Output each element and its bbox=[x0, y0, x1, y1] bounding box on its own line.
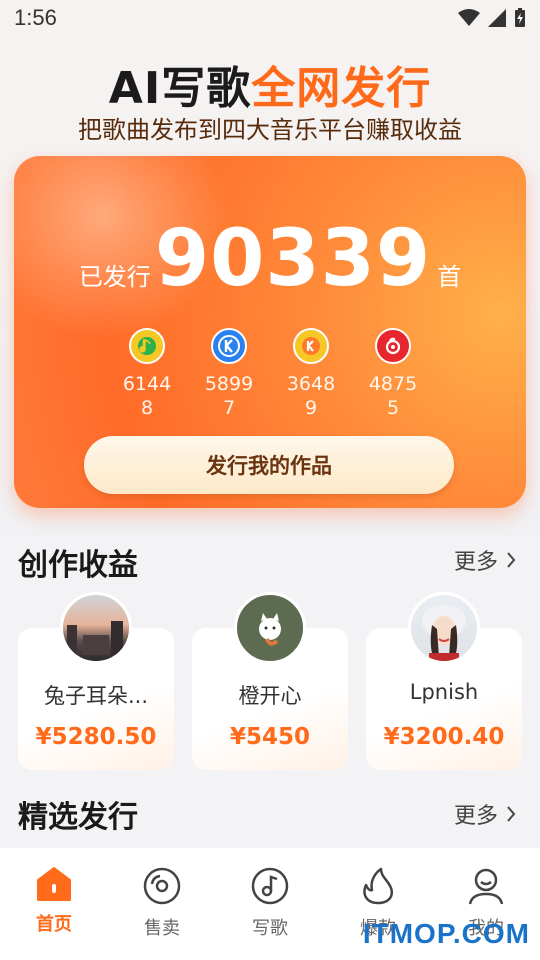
avatar[interactable] bbox=[60, 592, 132, 664]
creator-earnings: ¥5450 bbox=[229, 724, 311, 750]
platform-qq-music[interactable]: 61448 bbox=[118, 328, 176, 420]
released-prefix: 已发行 bbox=[78, 263, 151, 291]
platform-count: 36489 bbox=[286, 373, 336, 419]
released-count: 已发行 90339 首 bbox=[14, 220, 526, 298]
earnings-more-link[interactable]: 更多 bbox=[454, 544, 516, 576]
platform-count: 61448 bbox=[122, 373, 172, 419]
disc-icon bbox=[143, 867, 181, 905]
home-icon bbox=[37, 867, 71, 901]
nav-label: 售卖 bbox=[144, 918, 180, 939]
creator-earnings: ¥5280.50 bbox=[35, 724, 157, 750]
qq-music-icon bbox=[129, 328, 165, 364]
status-time: 1:56 bbox=[14, 5, 57, 30]
signal-icon bbox=[488, 9, 506, 27]
title-orange: 全网发行 bbox=[251, 63, 432, 114]
nav-item-sell[interactable]: 售卖 bbox=[108, 848, 216, 960]
nav-item-home[interactable]: 首页 bbox=[0, 848, 108, 960]
chevron-right-icon bbox=[507, 806, 516, 822]
nav-label: 写歌 bbox=[252, 918, 288, 939]
featured-more-link[interactable]: 更多 bbox=[454, 798, 516, 830]
creator-earnings: ¥3200.40 bbox=[383, 724, 505, 750]
publish-my-works-button[interactable]: 发行我的作品 bbox=[84, 436, 454, 494]
platform-list: 61448 58997 36489 48755 bbox=[14, 328, 526, 420]
platform-kugou[interactable]: 58997 bbox=[200, 328, 258, 420]
chevron-right-icon bbox=[507, 552, 516, 568]
status-icons bbox=[458, 8, 526, 28]
avatar[interactable] bbox=[234, 592, 306, 664]
music-note-icon bbox=[251, 867, 289, 905]
page-title: AI写歌全网发行 bbox=[0, 52, 540, 116]
platform-count: 58997 bbox=[204, 373, 254, 419]
watermark: ITMOP.COM bbox=[362, 918, 530, 949]
battery-icon bbox=[515, 8, 525, 27]
release-card: 已发行 90339 首 61448 58997 36489 48755 发行我的… bbox=[14, 156, 526, 508]
platform-netease[interactable]: 48755 bbox=[364, 328, 422, 420]
creator-name: Lpnish bbox=[409, 680, 479, 704]
avatar[interactable] bbox=[408, 592, 480, 664]
profile-icon bbox=[468, 868, 504, 905]
creator-name: 兔子耳朵... bbox=[43, 684, 149, 708]
released-suffix: 首 bbox=[437, 263, 462, 291]
platform-count: 48755 bbox=[368, 373, 418, 419]
nav-label: 首页 bbox=[36, 914, 72, 935]
title-dark: AI写歌 bbox=[108, 63, 252, 114]
more-label: 更多 bbox=[453, 550, 498, 575]
netease-music-icon bbox=[375, 328, 411, 364]
featured-section-title: 精选发行 bbox=[18, 800, 138, 835]
status-bar: 1:56 bbox=[0, 0, 540, 36]
page-subtitle: 把歌曲发布到四大音乐平台赚取收益 bbox=[78, 116, 462, 144]
nav-item-write[interactable]: 写歌 bbox=[216, 848, 324, 960]
kugou-icon bbox=[211, 328, 247, 364]
platform-kuwo[interactable]: 36489 bbox=[282, 328, 340, 420]
more-label: 更多 bbox=[453, 804, 498, 829]
earnings-section-title: 创作收益 bbox=[18, 548, 138, 583]
wifi-icon bbox=[458, 9, 480, 26]
released-number: 90339 bbox=[154, 214, 432, 304]
flame-icon bbox=[363, 867, 393, 905]
kuwo-icon bbox=[293, 328, 329, 364]
creator-name: 橙开心 bbox=[238, 684, 302, 708]
